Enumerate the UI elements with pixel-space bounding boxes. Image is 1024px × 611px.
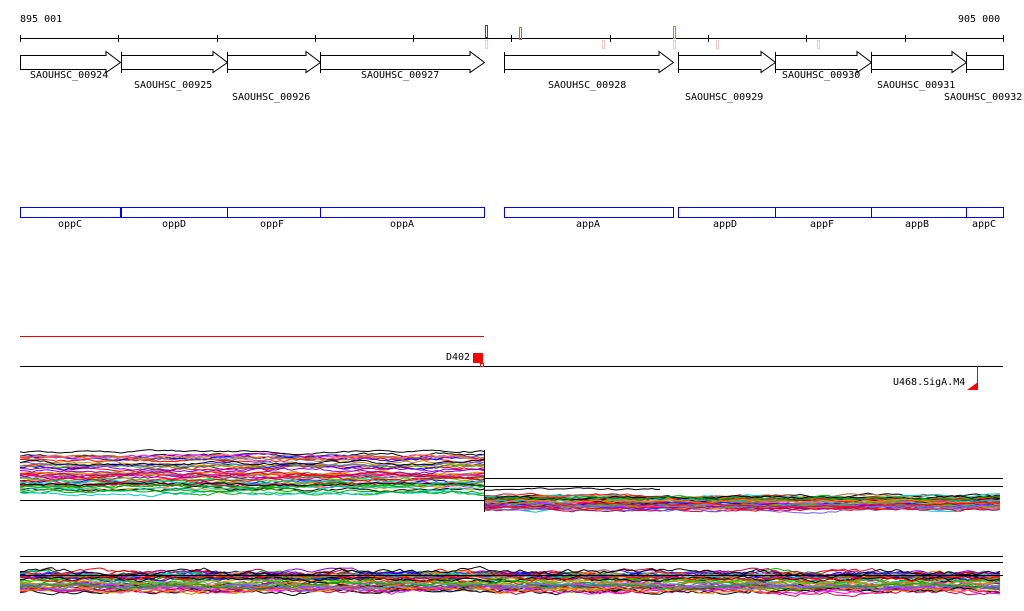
snp-marker	[817, 40, 820, 49]
gene-name-label[interactable]: oppC	[58, 219, 82, 230]
gene-label[interactable]: SAOUHSC_00925	[134, 80, 212, 91]
gene-label[interactable]: SAOUHSC_00931	[877, 80, 955, 91]
gene-label[interactable]: SAOUHSC_00930	[782, 70, 860, 81]
gene-label[interactable]: SAOUHSC_00932	[944, 92, 1022, 103]
ruler-start-label: 895 001	[20, 14, 63, 25]
gene-arrow	[121, 50, 229, 74]
gene-name-box	[320, 207, 485, 218]
expression-trace	[483, 487, 661, 491]
gene-label[interactable]: SAOUHSC_00924	[30, 70, 108, 81]
gene-label[interactable]: SAOUHSC_00926	[232, 92, 310, 103]
snp-marker	[602, 40, 605, 49]
ruler-end-label: 905 000	[958, 14, 1001, 25]
snp-marker	[673, 40, 676, 49]
gene-name-label[interactable]: appC	[972, 219, 996, 230]
snp-marker	[485, 40, 488, 49]
gene-label[interactable]: SAOUHSC_00929	[685, 92, 763, 103]
gene-name-label[interactable]: appF	[810, 219, 834, 230]
gene-name-box	[966, 207, 1004, 218]
promoter-label[interactable]: U468.SigA.M4	[893, 377, 965, 388]
snp-marker	[716, 40, 719, 49]
segment-marker-end	[480, 363, 484, 367]
gene-name-box	[775, 207, 872, 218]
gene-name-box	[504, 207, 674, 218]
gene-name-label[interactable]: appB	[905, 219, 929, 230]
gene-arrow	[966, 55, 1004, 70]
gene-arrow	[678, 50, 777, 74]
segment-marker	[473, 353, 483, 363]
gene-label[interactable]: SAOUHSC_00927	[361, 70, 439, 81]
segment-label[interactable]: D402	[446, 352, 470, 363]
gene-label[interactable]: SAOUHSC_00928	[548, 80, 626, 91]
gene-name-label[interactable]: oppF	[260, 219, 284, 230]
gene-name-label[interactable]: appA	[576, 219, 600, 230]
gene-name-box	[871, 207, 967, 218]
snp-marker	[519, 27, 522, 40]
genome-browser-canvas	[19, 25, 1004, 598]
gene-name-box	[227, 207, 321, 218]
gene-name-label[interactable]: appD	[713, 219, 737, 230]
gene-arrow	[227, 50, 322, 74]
gene-arrow	[871, 50, 968, 74]
gene-arrow	[504, 50, 675, 74]
gene-name-box	[20, 207, 121, 218]
snp-marker	[485, 25, 488, 38]
gene-name-label[interactable]: oppA	[390, 219, 414, 230]
gene-name-box	[678, 207, 776, 218]
gene-name-label[interactable]: oppD	[162, 219, 186, 230]
promoter-arrow	[967, 382, 978, 390]
snp-marker	[673, 26, 676, 39]
gene-name-box	[121, 207, 228, 218]
